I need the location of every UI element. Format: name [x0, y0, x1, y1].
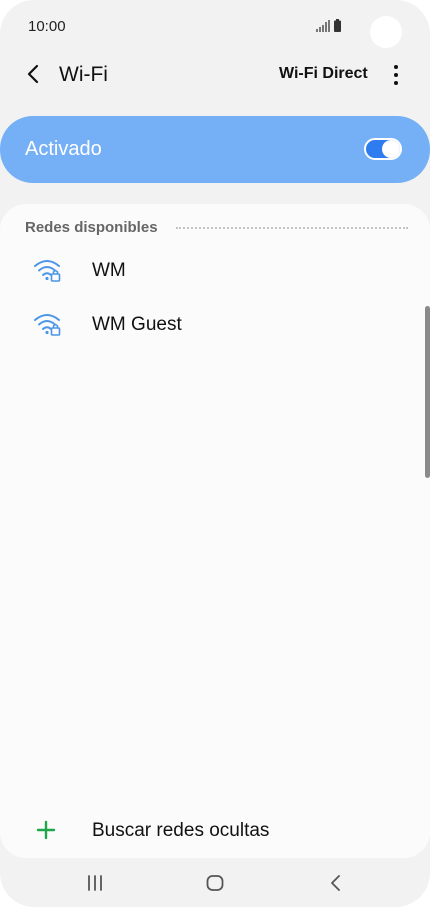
wifi-secure-icon: [34, 260, 61, 282]
page-title: Wi-Fi: [59, 63, 108, 86]
wifi-secure-icon: [34, 314, 61, 336]
signal-icon: [316, 20, 330, 32]
recents-icon[interactable]: [86, 874, 104, 892]
navigation-bar: [0, 858, 430, 907]
app-bar: Wi-Fi Wi-Fi Direct: [0, 56, 430, 96]
network-name: WM Guest: [92, 314, 182, 335]
scroll-indicator[interactable]: [425, 306, 430, 478]
master-switch-label: Activado: [25, 138, 102, 160]
network-item-wm-guest[interactable]: WM Guest: [0, 298, 430, 352]
status-time: 10:00: [28, 18, 66, 35]
toggle-knob: [382, 140, 400, 158]
battery-icon: [334, 19, 341, 32]
add-hidden-label: Buscar redes ocultas: [92, 820, 270, 841]
status-bar: 10:00: [0, 0, 430, 56]
section-header: Redes disponibles: [25, 219, 158, 236]
back-icon[interactable]: [327, 873, 345, 893]
back-arrow-icon[interactable]: [24, 64, 44, 84]
network-name: WM: [92, 260, 126, 281]
wifi-toggle[interactable]: [364, 138, 402, 160]
plus-icon: [36, 820, 56, 840]
add-hidden-network-button[interactable]: Buscar redes ocultas: [0, 804, 430, 858]
phone-screen: 10:00 Wi-Fi Wi-Fi Direct Activado Redes …: [0, 0, 430, 907]
home-icon[interactable]: [205, 873, 225, 893]
camera-cutout: [370, 16, 402, 48]
wifi-master-switch[interactable]: Activado: [0, 116, 430, 183]
wifi-direct-button[interactable]: Wi-Fi Direct: [279, 65, 368, 83]
network-item-wm[interactable]: WM: [0, 244, 430, 298]
more-vert-icon[interactable]: [391, 64, 401, 86]
networks-card: Redes disponibles WM WM Guest Buscar red…: [0, 204, 430, 858]
section-divider: [176, 227, 408, 229]
